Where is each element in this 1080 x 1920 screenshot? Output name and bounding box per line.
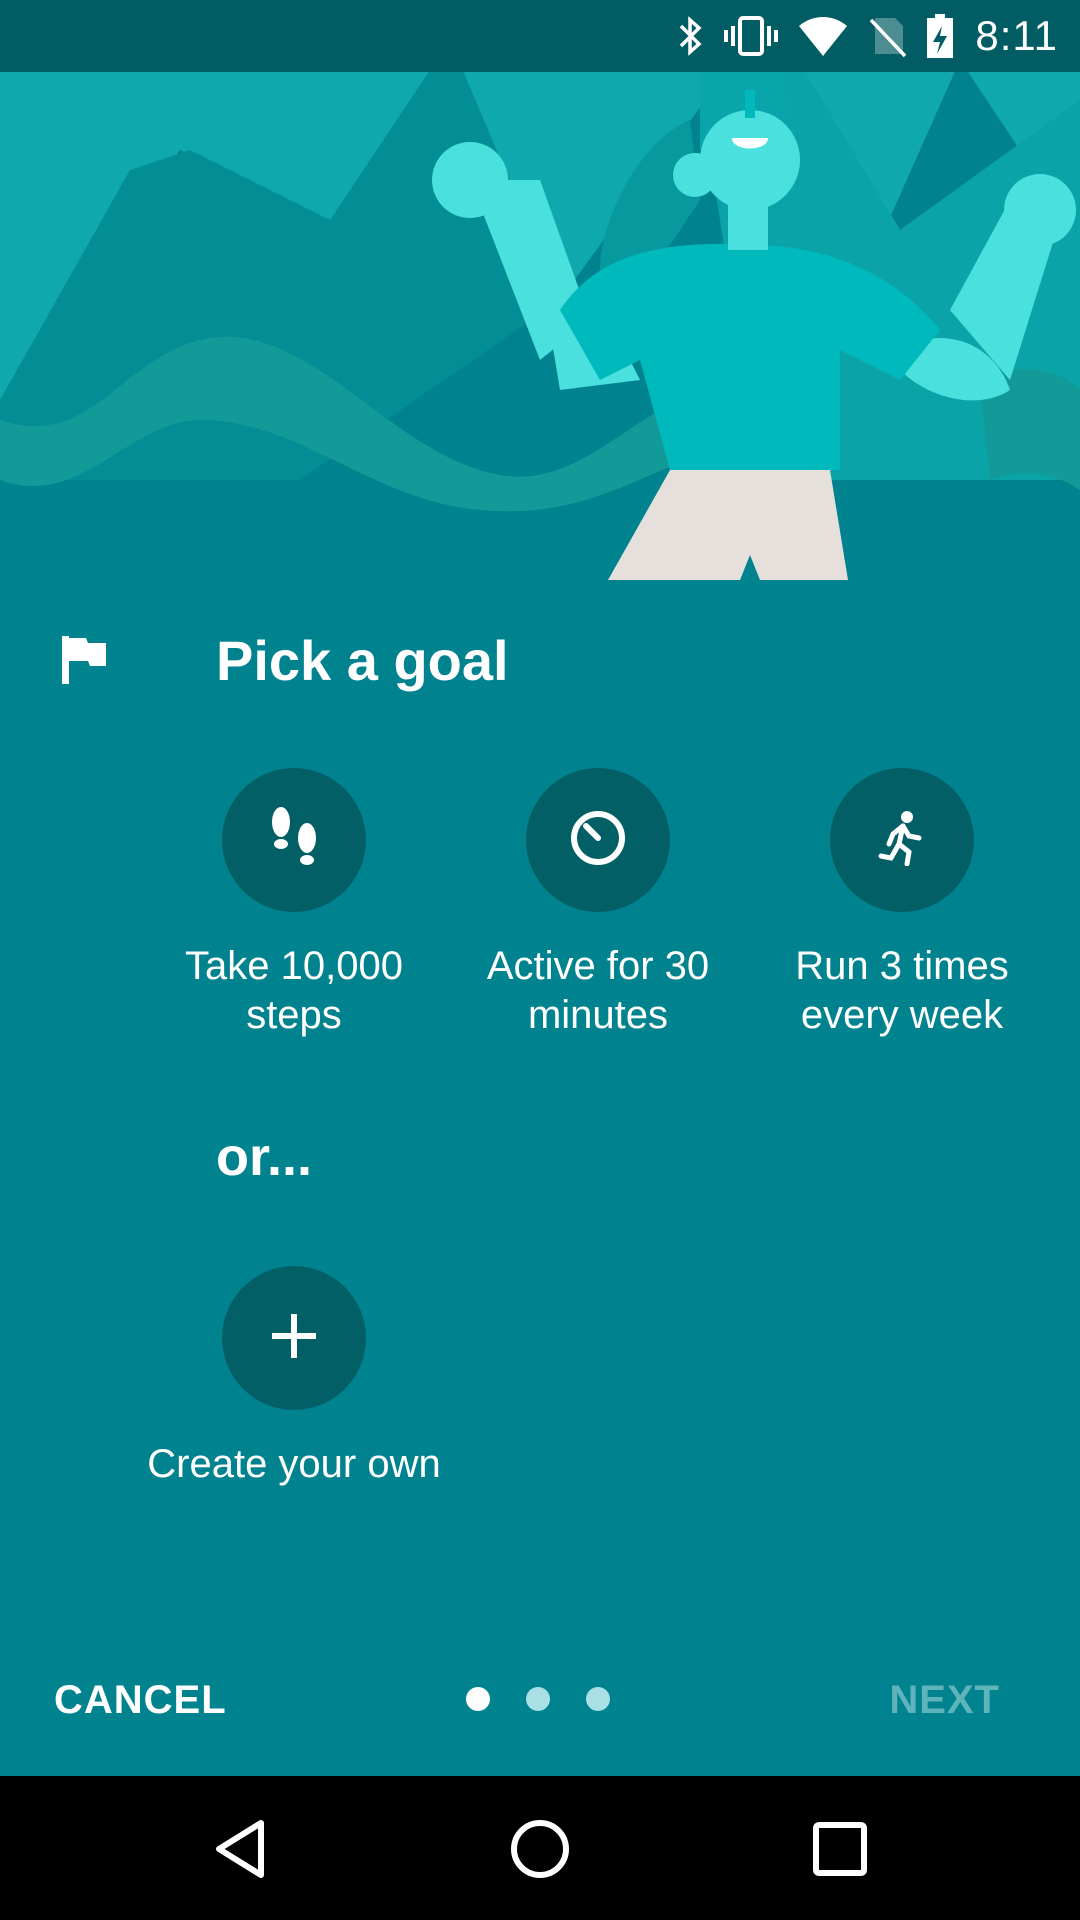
page-dot-1 (466, 1687, 490, 1711)
back-icon[interactable] (196, 1804, 286, 1894)
status-time: 8:11 (975, 12, 1058, 59)
goal-header: Pick a goal (0, 620, 1080, 700)
running-icon (877, 810, 927, 871)
home-icon[interactable] (495, 1804, 585, 1894)
goal-option-run[interactable]: Run 3 times every week (752, 768, 1052, 1040)
status-bar: 8:11 (0, 0, 1080, 72)
page-indicator (466, 1687, 646, 1711)
hero-illustration (0, 0, 1080, 580)
or-text: or... (216, 1127, 313, 1187)
goal-label: Run 3 times every week (795, 944, 1009, 1037)
goal-circle[interactable] (830, 768, 974, 912)
goal-option-steps[interactable]: Take 10,000 steps (144, 768, 444, 1040)
goal-option-active-minutes[interactable]: Active for 30 minutes (448, 768, 748, 1040)
wizard-footer: CANCEL NEXT (0, 1660, 1080, 1740)
page-dot-2 (526, 1687, 550, 1711)
goal-label: Take 10,000 steps (185, 944, 403, 1037)
no-sim-icon (867, 14, 907, 58)
flag-icon (60, 634, 108, 691)
page-dot-3 (586, 1687, 610, 1711)
create-own-goal-button[interactable]: Create your own (144, 1266, 444, 1489)
battery-charging-icon (925, 12, 955, 60)
bluetooth-icon (675, 14, 705, 58)
wifi-icon (797, 14, 849, 58)
goal-circle[interactable] (222, 1266, 366, 1410)
goal-label: Active for 30 minutes (486, 944, 710, 1037)
goal-circle[interactable] (526, 768, 670, 912)
next-button[interactable]: NEXT (889, 1678, 1000, 1723)
vibrate-icon (723, 14, 779, 58)
plus-icon (270, 1312, 318, 1365)
recents-icon[interactable] (795, 1804, 885, 1894)
page-title: Pick a goal (216, 629, 509, 692)
timer-icon (568, 808, 628, 873)
goal-label: Create your own (147, 1442, 441, 1486)
navigation-bar (0, 1776, 1080, 1920)
cancel-button[interactable]: CANCEL (54, 1678, 227, 1723)
goal-circle[interactable] (222, 768, 366, 912)
footsteps-icon (264, 804, 324, 877)
